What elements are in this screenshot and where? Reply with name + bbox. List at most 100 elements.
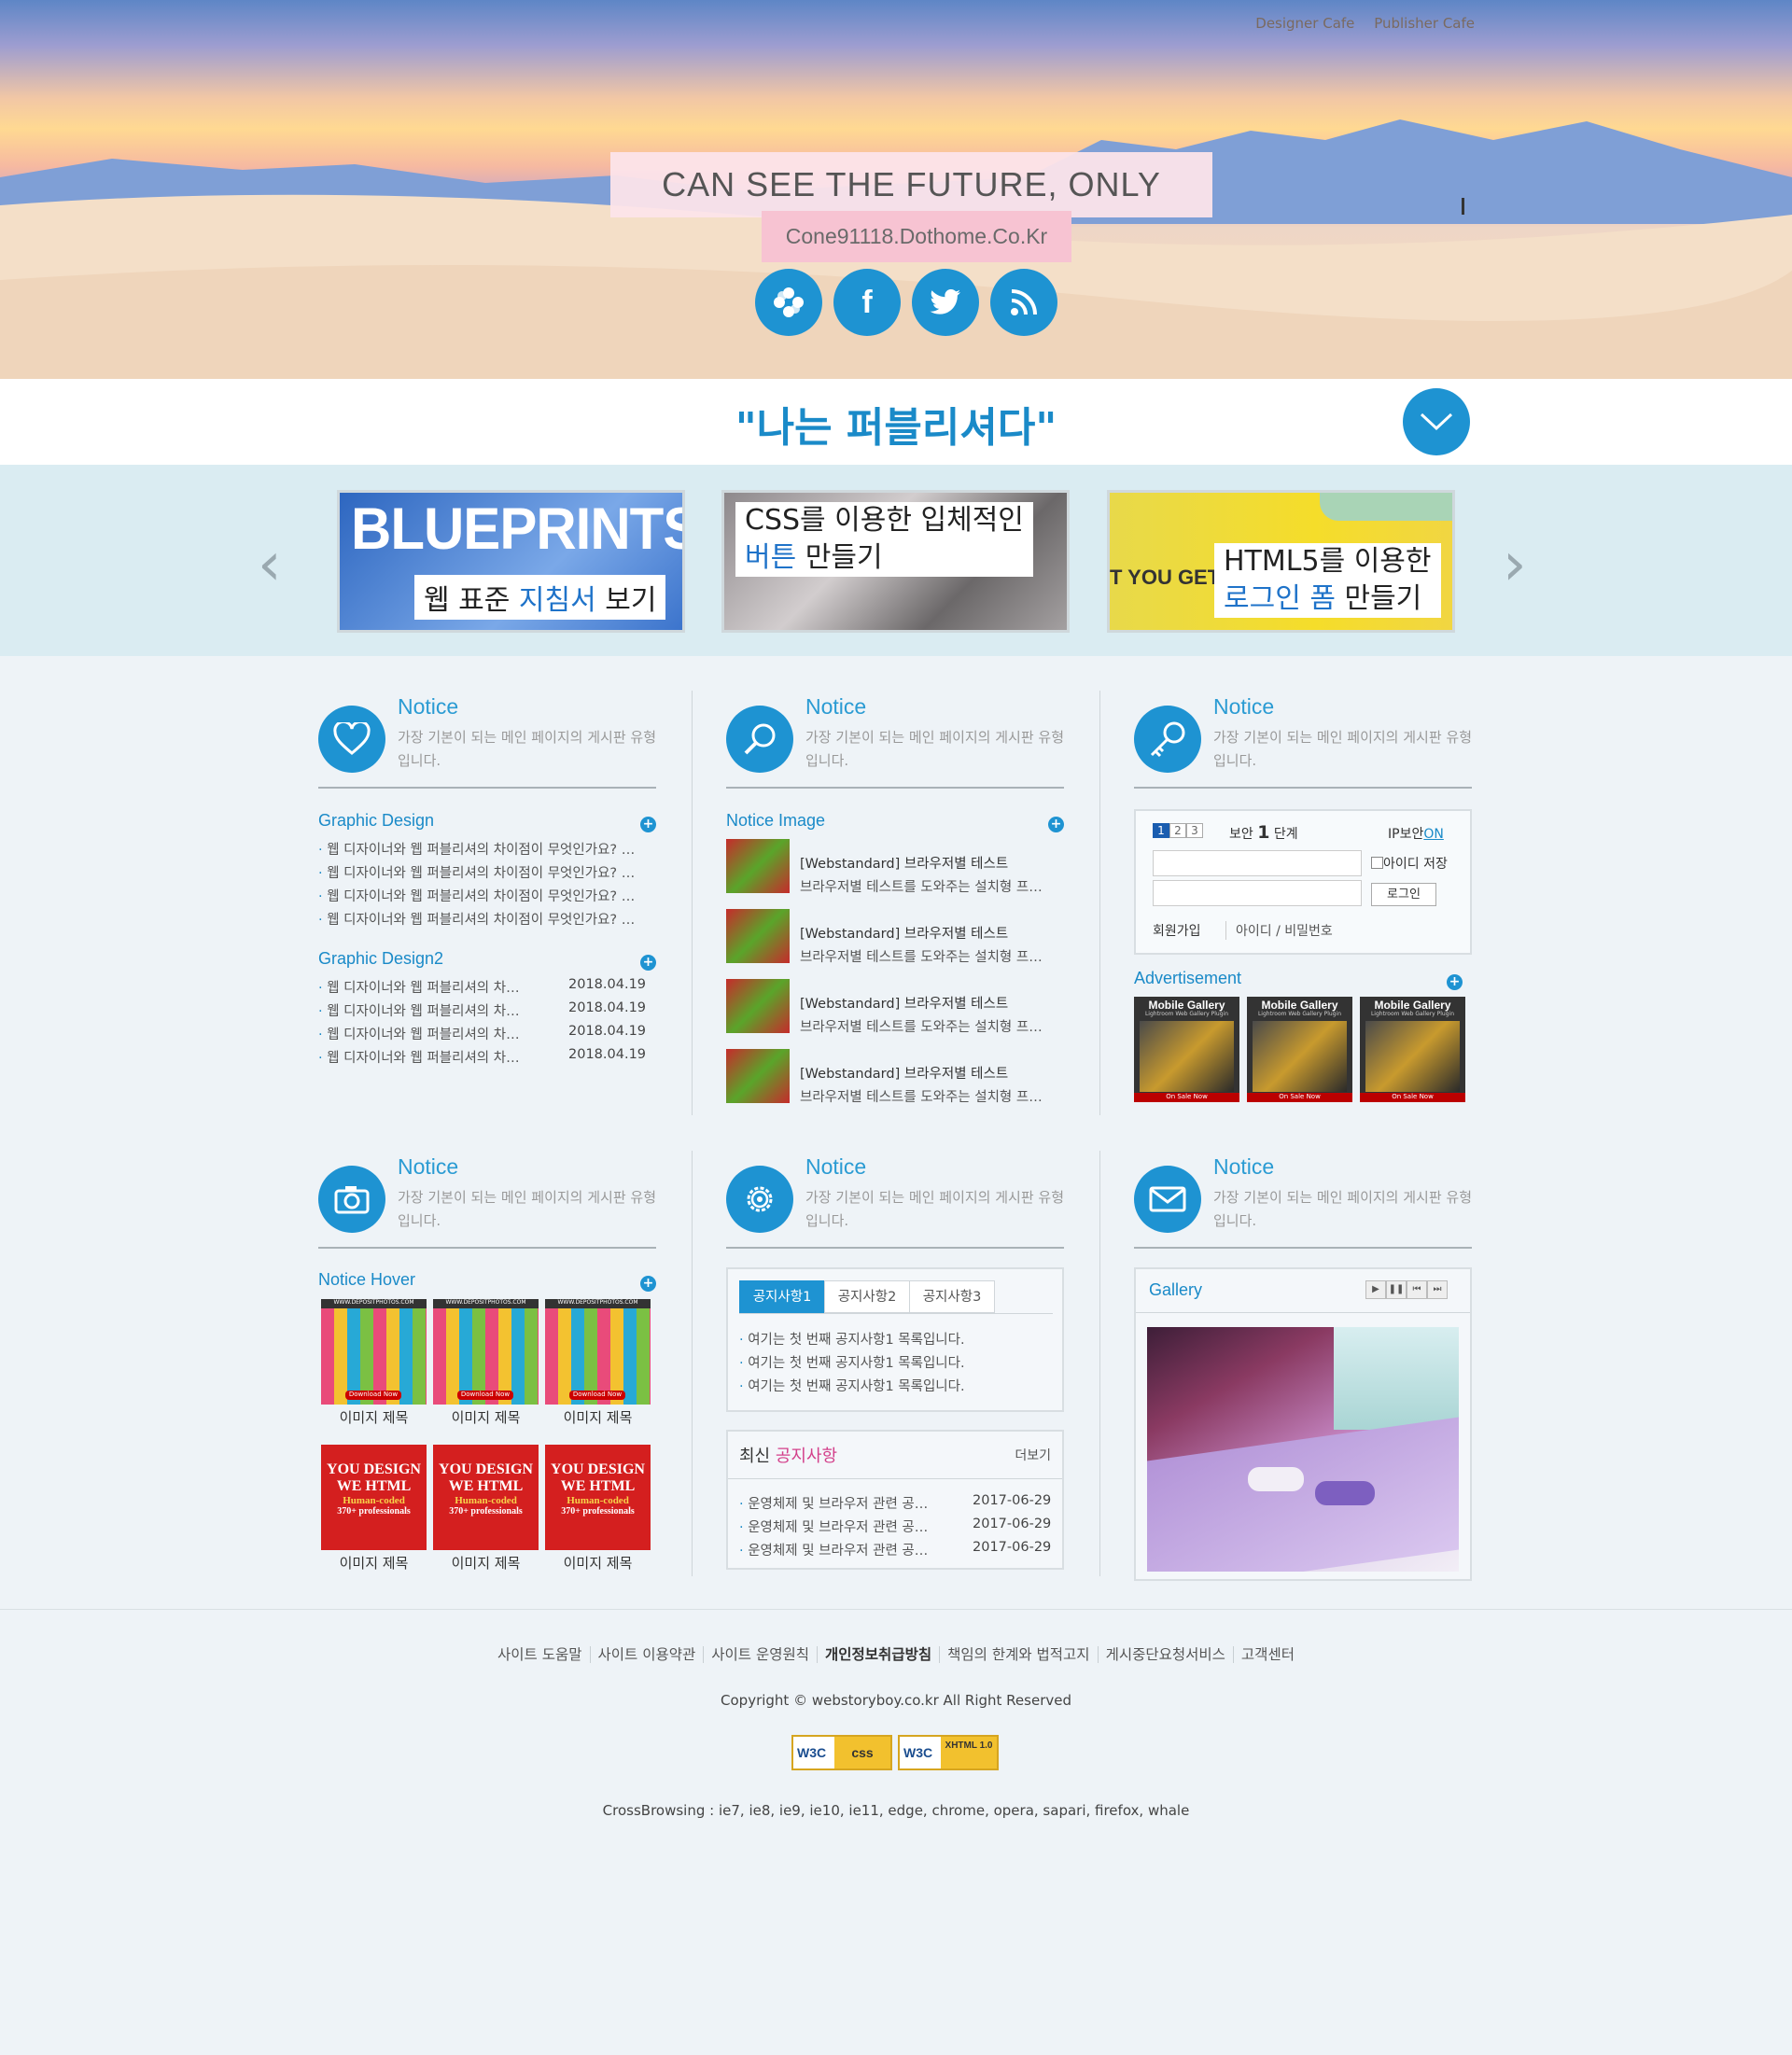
- next-icon[interactable]: ⏭: [1427, 1280, 1448, 1299]
- gallery-image[interactable]: YOU DESIGN WE HTML Human-coded 370+ profess…: [321, 1445, 427, 1550]
- divider: [318, 787, 656, 789]
- footer-link[interactable]: 책임의 한계와 법적고지: [939, 1646, 1098, 1663]
- chevron-left-icon[interactable]: ‹: [258, 530, 282, 599]
- list-item[interactable]: 웹 디자이너와 웹 퍼블리셔의 차이점이 무엇인가요? …: [318, 909, 635, 929]
- play-icon[interactable]: ▶: [1365, 1280, 1386, 1299]
- ip-security[interactable]: IP보안ON: [1388, 824, 1444, 843]
- list-item[interactable]: 여기는 첫 번째 공지사항1 목록입니다.: [739, 1376, 964, 1395]
- footer-link[interactable]: 사이트 이용약관: [589, 1646, 704, 1663]
- list-item[interactable]: 웹 디자이너와 웹 퍼블리셔의 차이점이 무엇인가요? …: [318, 886, 635, 905]
- rss-icon[interactable]: [990, 269, 1057, 336]
- list-item[interactable]: 웹 디자이너와 웹 퍼블리셔의 차…2018.04.19: [318, 1000, 646, 1020]
- banner-html5-label: HTML5를 이용한 로그인 폼 만들기: [1214, 543, 1441, 618]
- tabs-column: Notice 가장 기본이 되는 메인 페이지의 게시판 유형입니다. 공지사항…: [726, 1154, 1064, 1584]
- chevron-right-icon[interactable]: ›: [1503, 530, 1527, 599]
- gallery-image[interactable]: YOU DESIGN WE HTML Human-coded 370+ profess…: [545, 1445, 651, 1550]
- notice-image-item-title[interactable]: [Webstandard] 브라우저별 테스트: [800, 853, 1008, 873]
- publisher-cafe-link[interactable]: Publisher Cafe: [1374, 15, 1475, 32]
- ad-banner[interactable]: Mobile Gallery Lightroom Web Gallery Plug…: [1247, 997, 1352, 1102]
- list-item[interactable]: 웹 디자이너와 웹 퍼블리셔의 차…2018.04.19: [318, 1047, 646, 1067]
- list-item[interactable]: 웹 디자이너와 웹 퍼블리셔의 차…2018.04.19: [318, 1024, 646, 1043]
- footer-link[interactable]: 고객센터: [1232, 1646, 1302, 1663]
- plus-icon[interactable]: +: [640, 817, 656, 832]
- banner-css-label: CSS를 이용한 입체적인 버튼 만들기: [735, 502, 1033, 577]
- hero-subtitle: Cone91118.Dothome.Co.Kr: [762, 211, 1071, 262]
- ad-banner[interactable]: Mobile Gallery Lightroom Web Gallery Plug…: [1360, 997, 1465, 1102]
- plus-icon[interactable]: +: [1048, 817, 1064, 832]
- thumbnail-image[interactable]: [726, 979, 790, 1033]
- notice-hover-title[interactable]: Notice Hover: [318, 1270, 415, 1290]
- gallery-image[interactable]: YOU DESIGN WE HTML Human-coded 370+ profess…: [433, 1445, 539, 1550]
- w3c-css-badge[interactable]: W3C css: [791, 1735, 892, 1770]
- gallery-photo[interactable]: [1147, 1327, 1459, 1572]
- latest-notice-title: 최신 공지사항: [739, 1447, 838, 1466]
- image-caption[interactable]: 이미지 제목: [433, 1553, 539, 1573]
- tab-notice-1[interactable]: 공지사항1: [739, 1280, 825, 1313]
- step-3[interactable]: 3: [1186, 823, 1203, 838]
- camera-icon: [318, 1166, 385, 1233]
- designer-cafe-link[interactable]: Designer Cafe: [1255, 15, 1354, 32]
- join-link[interactable]: 회원가입: [1153, 921, 1201, 940]
- chevron-down-icon[interactable]: [1403, 388, 1470, 455]
- banner-html5-side: T YOU GET: [1110, 566, 1221, 589]
- password-input[interactable]: [1153, 880, 1362, 906]
- list-item[interactable]: 여기는 첫 번째 공지사항1 목록입니다.: [739, 1352, 964, 1372]
- step-2[interactable]: 2: [1169, 823, 1186, 838]
- divider: [1136, 1312, 1470, 1313]
- image-caption[interactable]: 이미지 제목: [545, 1407, 651, 1427]
- column-divider: [692, 691, 693, 1115]
- find-account-link[interactable]: 아이디 / 비밀번호: [1225, 921, 1333, 940]
- list-item[interactable]: 여기는 첫 번째 공지사항1 목록입니다.: [739, 1329, 964, 1349]
- crossbrowsing-text: CrossBrowsing : ie7, ie8, ie9, ie10, ie1…: [602, 1802, 1190, 1819]
- tab-notice-2[interactable]: 공지사항2: [824, 1280, 910, 1313]
- thumbnail-image[interactable]: [726, 909, 790, 963]
- list-item[interactable]: 운영체제 및 브라우저 관련 공…2017-06-29: [739, 1517, 1051, 1536]
- tab-notice-3[interactable]: 공지사항3: [909, 1280, 995, 1313]
- image-caption[interactable]: 이미지 제목: [433, 1407, 539, 1427]
- footer-link[interactable]: 사이트 도움말: [490, 1646, 590, 1663]
- list-item[interactable]: 웹 디자이너와 웹 퍼블리셔의 차이점이 무엇인가요? …: [318, 862, 635, 882]
- thumbnail-image[interactable]: [726, 1049, 790, 1103]
- list-item[interactable]: 운영체제 및 브라우저 관련 공…2017-06-29: [739, 1540, 1051, 1559]
- plus-icon[interactable]: +: [1447, 974, 1463, 990]
- banner-html5-login[interactable]: T YOU GET HTML5를 이용한 로그인 폼 만들기: [1107, 490, 1455, 633]
- list-item[interactable]: 운영체제 및 브라우저 관련 공…2017-06-29: [739, 1493, 1051, 1513]
- step-1[interactable]: 1: [1153, 823, 1169, 838]
- graphic-design2-title[interactable]: Graphic Design2: [318, 949, 443, 969]
- plus-icon[interactable]: +: [640, 955, 656, 971]
- gallery-image[interactable]: WWW.DEPOSITPHOTOS.COM Download Now: [321, 1299, 427, 1405]
- w3c-xhtml-badge[interactable]: W3C XHTML 1.0: [898, 1735, 999, 1770]
- flower-icon[interactable]: [755, 269, 822, 336]
- gallery-image[interactable]: WWW.DEPOSITPHOTOS.COM Download Now: [545, 1299, 651, 1405]
- more-link[interactable]: 더보기: [1015, 1446, 1051, 1464]
- plus-icon[interactable]: +: [640, 1276, 656, 1292]
- gallery-image[interactable]: WWW.DEPOSITPHOTOS.COM Download Now: [433, 1299, 539, 1405]
- footer-link[interactable]: 사이트 운영원칙: [703, 1646, 818, 1663]
- pause-icon[interactable]: ❚❚: [1386, 1280, 1407, 1299]
- id-input[interactable]: [1153, 850, 1362, 876]
- prev-icon[interactable]: ⏮: [1407, 1280, 1427, 1299]
- banner-blueprints[interactable]: BLUEPRINTS 웹 표준 지침서 보기: [337, 490, 685, 633]
- notice-image-item-title[interactable]: [Webstandard] 브라우저별 테스트: [800, 993, 1008, 1013]
- banner-css-button[interactable]: CSS를 이용한 입체적인 버튼 만들기: [721, 490, 1070, 633]
- column-divider: [1099, 691, 1100, 1115]
- image-caption[interactable]: 이미지 제목: [321, 1407, 427, 1427]
- graphic-design-title[interactable]: Graphic Design: [318, 811, 434, 831]
- advertisement-title[interactable]: Advertisement: [1134, 969, 1241, 988]
- list-item[interactable]: 웹 디자이너와 웹 퍼블리셔의 차이점이 무엇인가요? …: [318, 839, 635, 859]
- facebook-icon[interactable]: f: [833, 269, 901, 336]
- list-item[interactable]: 웹 디자이너와 웹 퍼블리셔의 차…2018.04.19: [318, 977, 646, 997]
- image-caption[interactable]: 이미지 제목: [321, 1553, 427, 1573]
- twitter-icon[interactable]: [912, 269, 979, 336]
- login-button[interactable]: 로그인: [1371, 883, 1436, 906]
- footer-link[interactable]: 게시중단요청서비스: [1097, 1646, 1233, 1663]
- notice-image-item-title[interactable]: [Webstandard] 브라우저별 테스트: [800, 923, 1008, 943]
- banner-blueprints-label: 웹 표준 지침서 보기: [414, 575, 666, 620]
- save-id-checkbox[interactable]: 아이디 저장: [1371, 854, 1448, 873]
- thumbnail-image[interactable]: [726, 839, 790, 893]
- notice-image-item-title[interactable]: [Webstandard] 브라우저별 테스트: [800, 1063, 1008, 1083]
- ad-banner[interactable]: Mobile Gallery Lightroom Web Gallery Plug…: [1134, 997, 1239, 1102]
- footer-link[interactable]: 개인정보취급방침: [817, 1646, 940, 1663]
- notice-image-title[interactable]: Notice Image: [726, 811, 825, 831]
- image-caption[interactable]: 이미지 제목: [545, 1553, 651, 1573]
